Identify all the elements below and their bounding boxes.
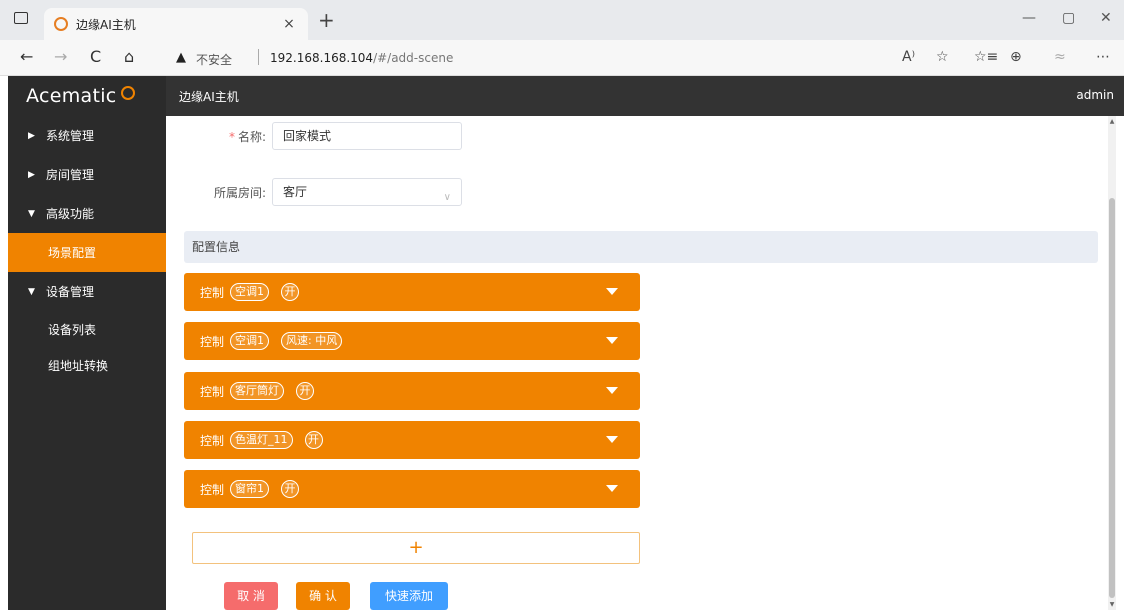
device-tag: 色温灯_11 [230, 431, 293, 449]
sidebar: ▶ 系统管理 ▶ 房间管理 ▼ 高级功能 场景配置 ▼ 设备管理 设备列表 组地… [8, 116, 166, 610]
caret-right-icon: ▶ [28, 169, 35, 180]
sidebar-item-group-address[interactable]: 组地址转换 [8, 347, 166, 383]
logo-text: Acematic [26, 85, 117, 107]
header-title: 边缘AI主机 [179, 90, 239, 104]
room-select[interactable]: 客厅 ∨ [272, 178, 462, 206]
minimize-icon[interactable]: — [1022, 10, 1036, 26]
caret-down-icon[interactable] [606, 436, 618, 443]
value-tag: 风速: 中风 [281, 332, 343, 350]
cancel-button[interactable]: 取 消 [224, 582, 278, 610]
device-tag: 窗帘1 [230, 480, 270, 498]
control-label: 控制 [200, 384, 225, 399]
sidebar-item-scene-config[interactable]: 场景配置 [8, 233, 166, 272]
value-tag: 开 [296, 382, 315, 400]
name-input[interactable]: 回家模式 [272, 122, 462, 150]
control-label: 控制 [200, 433, 225, 448]
config-section-header: 配置信息 [184, 231, 1098, 263]
address-bar: ← → C ⌂ ▲ 不安全 192.168.168.104/#/add-scen… [0, 40, 1124, 76]
chevron-down-icon: ∨ [443, 192, 451, 203]
sidebar-item-label: 场景配置 [48, 246, 97, 260]
browser-tab[interactable]: 边缘AI主机 × [44, 8, 308, 40]
browser-tab-bar: 边缘AI主机 × + — ▢ ✕ [0, 0, 1124, 40]
control-label: 控制 [200, 334, 225, 349]
vertical-scrollbar[interactable]: ▲ ▼ [1108, 116, 1116, 610]
sidebar-item-label: 房间管理 [46, 168, 95, 182]
add-config-button[interactable]: + [192, 532, 640, 564]
caret-right-icon: ▶ [28, 130, 35, 141]
reload-icon[interactable]: C [90, 48, 101, 66]
caret-down-icon: ▼ [28, 286, 35, 297]
maximize-icon[interactable]: ▢ [1062, 10, 1075, 26]
more-icon[interactable]: ⋯ [1096, 49, 1110, 65]
confirm-button[interactable]: 确 认 [296, 582, 350, 610]
tab-close-icon[interactable]: × [280, 16, 298, 32]
value-tag: 开 [304, 431, 323, 449]
name-label-text: 名称: [237, 129, 266, 144]
sidebar-item-device-list[interactable]: 设备列表 [8, 311, 166, 347]
scroll-down-icon[interactable]: ▼ [1108, 601, 1116, 608]
warning-icon[interactable]: ▲ [176, 50, 186, 65]
sidebar-item-label: 高级功能 [46, 207, 95, 221]
profile-icon[interactable]: ≈ [1054, 49, 1066, 65]
home-icon[interactable]: ⌂ [124, 48, 134, 66]
quick-add-button[interactable]: 快速添加 [370, 582, 448, 610]
sidebar-item-system[interactable]: ▶ 系统管理 [8, 116, 166, 155]
required-mark: * [228, 129, 235, 144]
insecure-label[interactable]: 不安全 [196, 51, 232, 68]
sidebar-item-label: 系统管理 [46, 129, 95, 143]
logo[interactable]: Acematic [8, 76, 166, 116]
scroll-up-icon[interactable]: ▲ [1108, 118, 1116, 125]
user-menu[interactable]: admin [1076, 88, 1114, 102]
value-tag: 开 [281, 283, 300, 301]
room-select-value: 客厅 [283, 185, 308, 199]
config-row[interactable]: 控制 色温灯_11 开 [184, 421, 640, 459]
config-row[interactable]: 控制 空调1 风速: 中风 [184, 322, 640, 360]
sidebar-item-devices[interactable]: ▼ 设备管理 [8, 272, 166, 311]
device-tag: 空调1 [230, 332, 270, 350]
config-row[interactable]: 控制 客厅筒灯 开 [184, 372, 640, 410]
name-label: * 名称: [184, 128, 266, 145]
url-host: 192.168.168.104 [270, 51, 374, 65]
app-header: Acematic 边缘AI主机 admin [8, 76, 1124, 116]
caret-down-icon[interactable] [606, 485, 618, 492]
device-tag: 空调1 [230, 283, 270, 301]
control-label: 控制 [200, 482, 225, 497]
favorites-list-icon[interactable]: ☆≡ [974, 49, 998, 65]
url-field[interactable]: 192.168.168.104/#/add-scene [270, 51, 453, 65]
close-window-icon[interactable]: ✕ [1100, 10, 1112, 26]
caret-down-icon[interactable] [606, 288, 618, 295]
name-row: * 名称: 回家模式 [184, 122, 462, 150]
main-content: * 名称: 回家模式 所属房间: 客厅 ∨ 配置信息 控制 空调1 开 控制 空调… [166, 116, 1116, 610]
back-icon[interactable]: ← [20, 48, 33, 66]
tab-title: 边缘AI主机 [76, 17, 136, 32]
caret-down-icon[interactable] [606, 337, 618, 344]
caret-down-icon: ▼ [28, 208, 35, 219]
collections-icon[interactable]: ⊕ [1010, 49, 1022, 65]
scroll-thumb[interactable] [1109, 198, 1115, 598]
tab-actions-icon[interactable] [14, 12, 28, 24]
config-row[interactable]: 控制 窗帘1 开 [184, 470, 640, 508]
room-row: 所属房间: 客厅 ∨ [184, 178, 462, 206]
config-row[interactable]: 控制 空调1 开 [184, 273, 640, 311]
favicon-icon [54, 17, 68, 31]
device-tag: 客厅筒灯 [230, 382, 285, 400]
sidebar-item-label: 设备管理 [46, 285, 95, 299]
value-tag: 开 [281, 480, 300, 498]
address-separator [258, 49, 259, 65]
sidebar-item-label: 组地址转换 [48, 358, 109, 373]
sidebar-item-label: 设备列表 [48, 322, 97, 337]
forward-icon[interactable]: → [54, 48, 67, 66]
control-label: 控制 [200, 285, 225, 300]
caret-down-icon[interactable] [606, 387, 618, 394]
favorite-icon[interactable]: ☆ [936, 49, 949, 65]
sidebar-item-rooms[interactable]: ▶ 房间管理 [8, 155, 166, 194]
sidebar-item-advanced[interactable]: ▼ 高级功能 [8, 194, 166, 233]
new-tab-button[interactable]: + [318, 8, 335, 32]
url-path: /#/add-scene [373, 51, 454, 65]
logo-mark-icon [120, 86, 135, 100]
room-label: 所属房间: [213, 185, 266, 200]
read-aloud-icon[interactable]: A⁾ [902, 49, 915, 65]
